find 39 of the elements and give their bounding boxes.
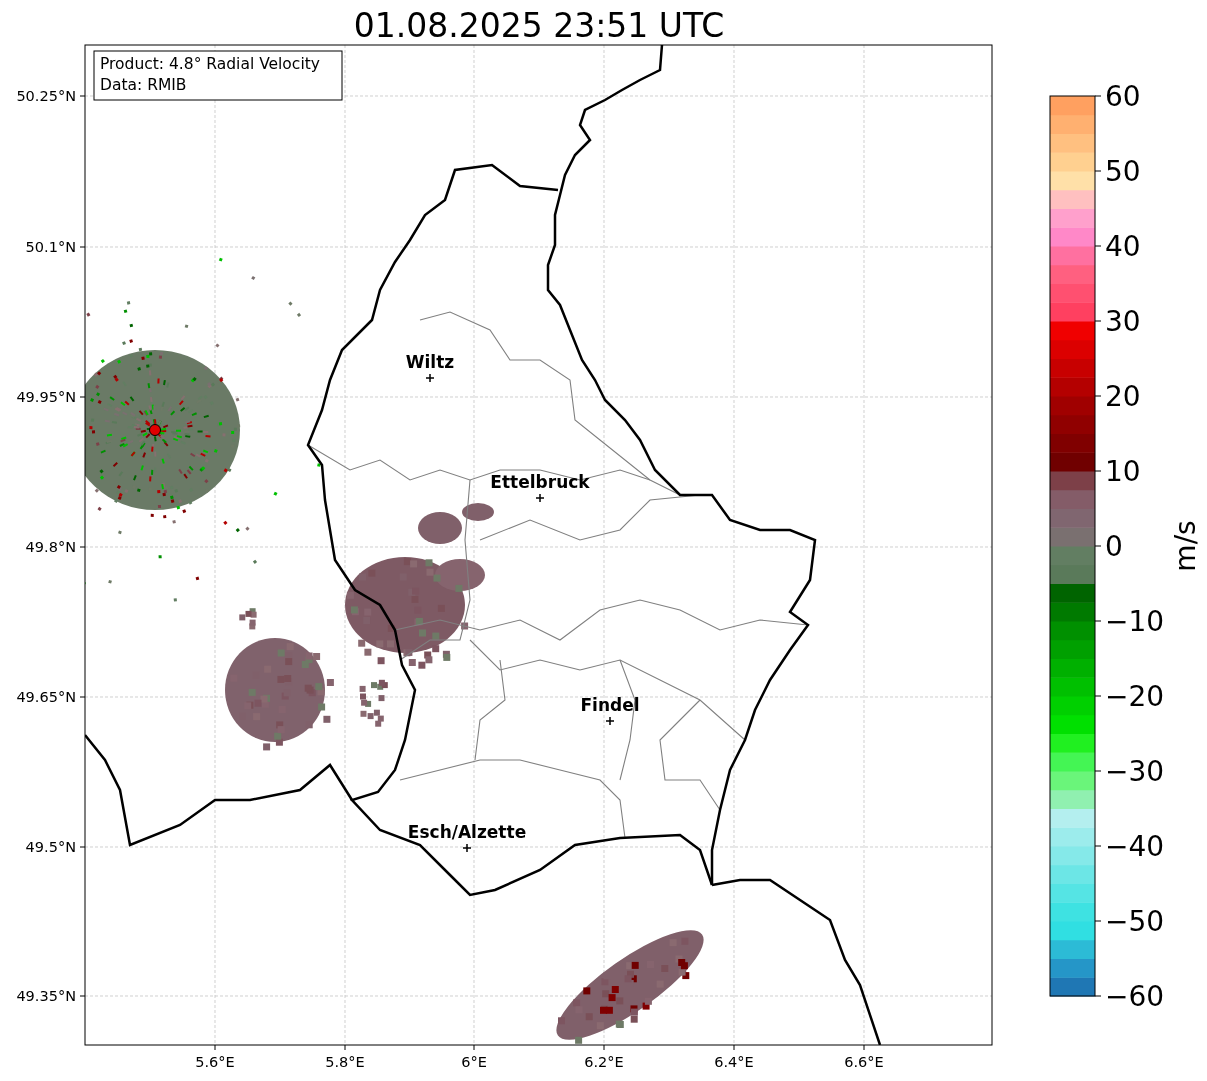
radar-site-icon [149,424,161,436]
city-marker-icon [425,373,435,383]
axis-tick-label: 6.4°E [714,1054,754,1070]
colorbar-tick-label: −60 [1105,980,1165,1013]
colorbar-tick-label: −10 [1105,605,1165,638]
legend-text: Data: RMIB [100,76,187,94]
city-marker-icon [462,843,472,853]
axis-tick-label: 50.1°N [25,239,76,255]
colorbar-tick-label: 40 [1105,230,1141,263]
axis-tick-label: 5.6°E [195,1054,235,1070]
legend-text: Product: 4.8° Radial Velocity [100,55,320,73]
colorbar-tick-label: 10 [1105,455,1141,488]
axis-tick-label: 5.8°E [325,1054,365,1070]
colorbar-tick-label: 50 [1105,155,1141,188]
colorbar-tick-label: 20 [1105,380,1141,413]
colorbar-label: m/s [1169,520,1202,572]
city-marker-icon [535,493,545,503]
axis-tick-label: 49.65°N [16,689,76,705]
axis-tick-label: 49.5°N [25,839,76,855]
city-label: Findel [580,695,640,715]
city-label: Esch/Alzette [407,822,527,842]
axis-tick-label: 50.25°N [16,88,76,104]
colorbar-tick-label: 30 [1105,305,1141,338]
city-label: Wiltz [405,352,455,372]
city-marker-icon [605,716,615,726]
colorbar-tick-label: 60 [1105,80,1141,113]
axis-tick-label: 6.2°E [584,1054,624,1070]
axis-tick-label: 49.95°N [16,389,76,405]
colorbar-tick-label: −20 [1105,680,1165,713]
colorbar-tick-label: −50 [1105,905,1165,938]
chart-title: 01.08.2025 23:51 UTC [353,6,725,45]
colorbar-tick-label: −30 [1105,755,1165,788]
city-label: Ettelbruck [490,472,590,492]
axis-tick-label: 49.8°N [25,539,76,555]
axis-tick-label: 49.35°N [16,988,76,1004]
axis-tick-label: 6°E [461,1054,487,1070]
colorbar-tick-label: 0 [1105,530,1123,563]
axis-tick-label: 6.6°E [844,1054,884,1070]
colorbar-tick-label: −40 [1105,830,1165,863]
